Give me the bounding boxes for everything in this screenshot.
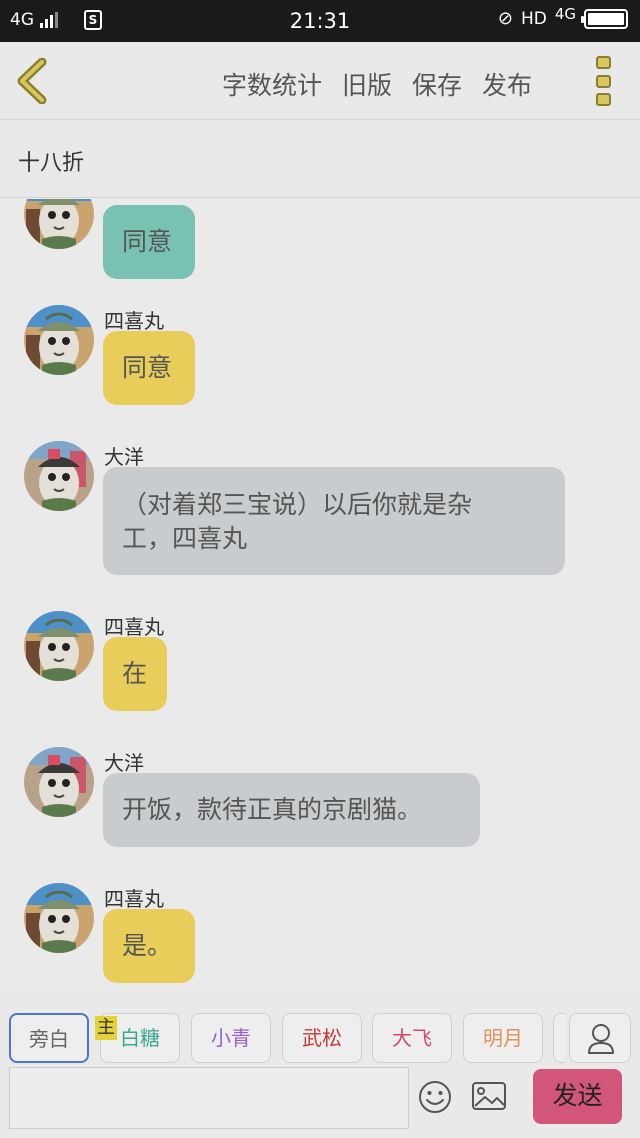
status-bar: 4G S 21:31 ⊘ HD 4G (0, 0, 640, 42)
user-button[interactable] (569, 1013, 631, 1063)
avatar[interactable] (24, 747, 94, 817)
old-version-button[interactable]: 旧版 (342, 66, 392, 102)
network-type-right: 4G (554, 4, 576, 23)
host-tag: 主 (95, 1016, 117, 1040)
sender-name: 四喜丸 (104, 309, 164, 333)
avatar[interactable] (24, 199, 94, 249)
sender-name: 四喜丸 (104, 887, 164, 911)
role-tab[interactable]: 武松 (282, 1013, 362, 1063)
word-count-button[interactable]: 字数统计 (222, 66, 322, 102)
message-text: 在 (122, 659, 148, 688)
more-menu-button[interactable] (590, 56, 618, 106)
user-icon (588, 1024, 614, 1054)
role-tab[interactable]: 小青 (191, 1013, 271, 1063)
chapter-title: 十八折 (18, 151, 85, 176)
message-bubble[interactable]: （对着郑三宝说）以后你就是杂 工，四喜丸 (103, 467, 565, 575)
more-menu-icon (596, 56, 611, 69)
avatar[interactable] (24, 441, 94, 511)
more-menu-icon (596, 74, 611, 88)
more-menu-icon (596, 93, 611, 106)
message-text: 工，四喜丸 (122, 524, 248, 553)
chapter-title-bar[interactable]: 十八折 (0, 121, 640, 198)
role-tab[interactable]: 旁白 (9, 1013, 89, 1063)
sender-name: 大洋 (104, 751, 144, 775)
message-bubble[interactable]: 同意 (103, 205, 195, 279)
back-button[interactable] (14, 57, 54, 105)
message-bubble[interactable]: 在 (103, 637, 167, 711)
avatar[interactable] (24, 611, 94, 681)
chat-area[interactable]: 同意 四喜丸 同意 大洋 （对着郑三宝说）以后你就是杂 工，四喜丸 四喜丸在大洋 开饭，款待正… (0, 199, 640, 990)
editor-toolbar: 字数统计 旧版 保存 发布 (0, 42, 640, 120)
image-icon (472, 1082, 506, 1110)
message-text: 是。 (122, 931, 173, 960)
hd-indicator: HD (520, 8, 547, 29)
composer: 发送 (0, 1067, 640, 1138)
sender-name: 四喜丸 (104, 615, 164, 639)
back-arrow-icon (17, 57, 47, 105)
message-text: 同意 (122, 353, 173, 382)
role-tab[interactable]: 大飞 (372, 1013, 452, 1063)
battery-icon (581, 8, 628, 29)
message-text: （对着郑三宝说）以后你就是杂 (122, 490, 473, 519)
toolbar-actions: 字数统计 旧版 保存 发布 (222, 66, 532, 102)
save-button[interactable]: 保存 (412, 66, 462, 102)
image-button[interactable] (471, 1080, 507, 1112)
publish-button[interactable]: 发布 (482, 66, 532, 102)
message-input[interactable] (9, 1067, 409, 1129)
message-bubble[interactable]: 同意 (103, 331, 195, 405)
message-text: 开饭，款待正真的京剧猫。 (122, 795, 423, 824)
emoji-button[interactable] (418, 1080, 452, 1114)
avatar[interactable] (24, 305, 94, 375)
avatar[interactable] (24, 883, 94, 953)
role-tab[interactable]: 明月 (463, 1013, 543, 1063)
role-tab-overflow[interactable] (553, 1013, 565, 1063)
message-text: 同意 (122, 227, 173, 256)
emoji-icon (419, 1081, 451, 1113)
mute-icon: ⊘ (497, 8, 513, 29)
send-button[interactable]: 发送 (533, 1069, 622, 1124)
message-bubble[interactable]: 是。 (103, 909, 195, 983)
sender-name: 大洋 (104, 445, 144, 469)
message-bubble[interactable]: 开饭，款待正真的京剧猫。 (103, 773, 480, 847)
